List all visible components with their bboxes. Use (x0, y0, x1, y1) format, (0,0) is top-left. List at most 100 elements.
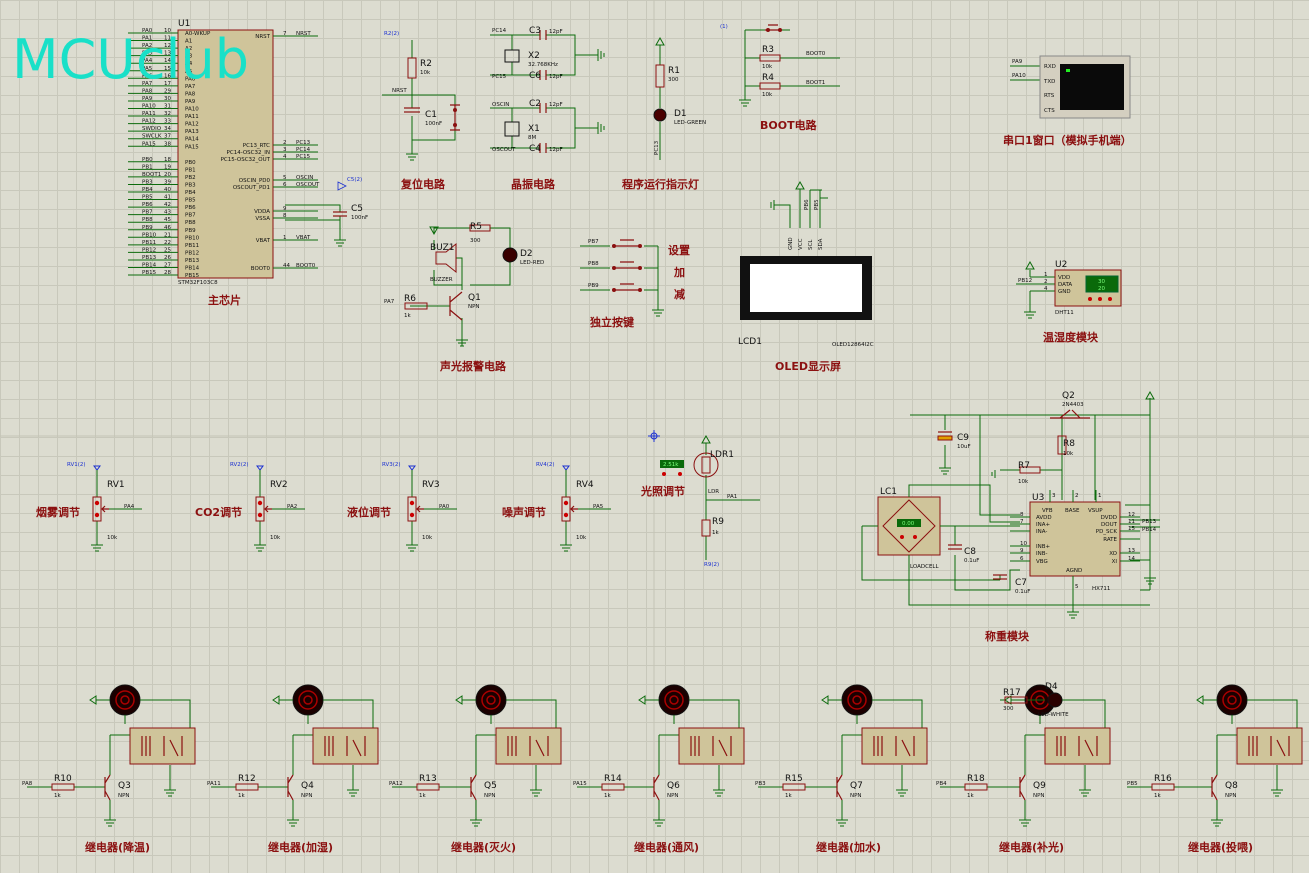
key-sub[interactable] (612, 283, 642, 292)
relay-0-transistor[interactable] (104, 774, 111, 801)
relay-3-resistor[interactable] (601, 783, 625, 791)
relay-title-3: 继电器(通风) (634, 840, 699, 854)
r4-ref: R4 (762, 73, 774, 83)
mcu-right-num-5: 6 (283, 182, 287, 188)
relay-1-transistor[interactable] (287, 774, 294, 801)
hx711-right-pin-1: DOUT (1101, 522, 1118, 528)
relay-5-transistor[interactable] (1019, 774, 1026, 801)
hx711-right-pin-4: XO (1109, 551, 1117, 557)
x2-crystal[interactable] (504, 49, 520, 63)
relay-4-coil[interactable] (861, 727, 928, 765)
d1-led[interactable] (653, 108, 667, 122)
hx711-right-num-1: 11 (1128, 519, 1135, 525)
r2-probe-label: R2(2) (384, 31, 399, 37)
mcu-right-num-8: 1 (283, 235, 287, 241)
mcu-left-num-27: 22 (164, 240, 171, 246)
hx711-left-num-5: 6 (1020, 556, 1024, 562)
oled-display: GND VCC SCL SDA PB6 PB5 LCD1 OLED12864I2… (738, 180, 874, 373)
relay-3: PA15 R14 1k Q6 NPN 继电器(通风) (573, 684, 745, 854)
relay-3-transistor[interactable] (653, 774, 660, 801)
relay-4-resistor[interactable] (782, 783, 806, 791)
pot-rv3-body[interactable] (407, 496, 417, 522)
q2-value: 2N4403 (1062, 402, 1084, 408)
r7-ref: R7 (1018, 461, 1030, 471)
r1-resistor[interactable] (655, 64, 665, 88)
relay-net-0: PA8 (22, 781, 33, 787)
crystal-net-oscin: OSCIN (492, 102, 509, 108)
mcu-right-num-2: 3 (283, 147, 287, 153)
mcu-left-net-14: SWCLK (142, 134, 162, 140)
scale-module: 0.00 AVDD8INA+7INA-INB+10INB-9VBG6DVDD 12… (861, 390, 1160, 643)
mcu-right-net-4: OSCIN (296, 175, 313, 181)
relay-0-coil[interactable] (129, 727, 196, 765)
oled-screen[interactable] (750, 264, 862, 312)
relay-q-ref-4: Q7 (850, 781, 863, 791)
r2-resistor[interactable] (407, 57, 417, 79)
motor-icon[interactable] (1216, 684, 1248, 716)
uart-pin-rts: RTS (1044, 93, 1055, 99)
key-set[interactable] (612, 239, 642, 248)
pot-title-1: CO2调节 (195, 505, 242, 519)
d2-led[interactable] (502, 247, 518, 263)
pot-rv1-body[interactable] (92, 496, 102, 522)
q1-transistor[interactable] (449, 291, 463, 321)
motor-icon[interactable] (841, 684, 873, 716)
relay-r-ref-3: R14 (604, 774, 622, 784)
motor-icon[interactable] (292, 684, 324, 716)
run-led-title: 程序运行指示灯 (622, 177, 699, 191)
hx711-right-pin-0: DVDD (1101, 515, 1117, 521)
relay-5-resistor[interactable] (964, 783, 988, 791)
mcu-left-num-20: 40 (164, 187, 171, 193)
pot-title-0: 烟雾调节 (36, 505, 80, 519)
relay-net-6: PB5 (1127, 781, 1138, 787)
uart-title: 串口1窗口（模拟手机端） (1003, 133, 1132, 147)
relay-0-resistor[interactable] (51, 783, 75, 791)
boot0-net: BOOT0 (806, 51, 826, 57)
uart-terminal: PA9 PA10 RXD TXD RTS CTS 串口1窗口（模拟手机端） (1003, 55, 1132, 147)
relay-2-coil[interactable] (495, 727, 562, 765)
relay-1-resistor[interactable] (235, 783, 259, 791)
pot-title-2: 液位调节 (347, 505, 391, 519)
hx711-left-num-3: 10 (1020, 541, 1027, 547)
mcu-left-func-27: PB11 (185, 243, 199, 249)
motor-icon[interactable] (658, 684, 690, 716)
mcuclub-watermark: MCUclub (12, 28, 249, 91)
relay-q-ref-0: Q3 (118, 781, 131, 791)
key-net-pb9: PB9 (588, 283, 599, 289)
motor-icon[interactable] (109, 684, 141, 716)
q2-transistor[interactable] (1050, 409, 1090, 419)
alarm-circuit: R5 300 D2 LED-RED BUZ1 BUZZER R6 1k PA7 … (384, 222, 544, 373)
pot-ref-3: RV4 (576, 480, 594, 490)
relay-5-coil[interactable] (1044, 727, 1111, 765)
crystal-net-pc14: PC14 (492, 28, 507, 34)
relay-6-resistor[interactable] (1151, 783, 1175, 791)
x1-crystal[interactable] (504, 121, 520, 137)
relay-2-transistor[interactable] (470, 774, 477, 801)
pot-rv2-body[interactable] (255, 496, 265, 522)
relay-4-transistor[interactable] (836, 774, 843, 801)
hx711-right-num-5: 14 (1128, 556, 1135, 562)
r9-ref: R9 (712, 517, 724, 527)
relay-6-transistor[interactable] (1211, 774, 1218, 801)
buzzer-value: BUZZER (430, 277, 453, 283)
uart-net-pa9: PA9 (1012, 59, 1023, 65)
pot-title-3: 噪声调节 (502, 505, 546, 519)
c4-ref: C4 (529, 144, 541, 154)
relay-net-1: PA11 (207, 781, 221, 787)
reset-title: 复位电路 (400, 177, 446, 191)
relay-3-coil[interactable] (678, 727, 745, 765)
relay-q-value-4: NPN (850, 793, 862, 799)
motor-icon[interactable] (475, 684, 507, 716)
relay-1-coil[interactable] (312, 727, 379, 765)
oled-pin-gnd: GND (788, 237, 794, 250)
key-add[interactable] (612, 261, 642, 270)
relay-6-coil[interactable] (1236, 727, 1303, 765)
key-net-pb8: PB8 (588, 261, 599, 267)
relay-5: PB4 R18 1k Q9 NPN 继电器(补光) (936, 684, 1111, 854)
dht11-title: 温湿度模块 (1043, 330, 1099, 344)
relay-2-resistor[interactable] (416, 783, 440, 791)
mcu-right-func-5: OSCOUT_PD1 (233, 185, 270, 191)
r9-resistor[interactable] (701, 519, 711, 537)
d4-led[interactable] (1047, 692, 1063, 708)
pot-rv4-body[interactable] (561, 496, 571, 522)
